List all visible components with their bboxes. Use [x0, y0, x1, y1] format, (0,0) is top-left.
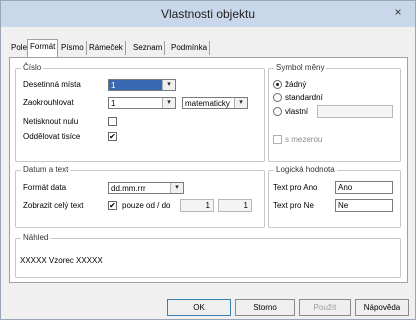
logic-group: Logická hodnota Text pro Ano Ano Text pr…	[268, 165, 401, 228]
apply-button[interactable]: Použít	[299, 299, 351, 316]
tab-format[interactable]: Formát	[27, 39, 59, 57]
help-button[interactable]: Nápověda	[355, 299, 409, 316]
rounding-mode-select[interactable]: matematicky ▾	[182, 97, 248, 109]
ok-button[interactable]: OK	[167, 299, 231, 316]
chevron-down-icon: ▾	[162, 98, 175, 108]
date-format-select[interactable]: dd.mm.rrr ▾	[108, 182, 184, 194]
range-from-input[interactable]: 1	[180, 199, 214, 212]
rounding-label: Zaokrouhlovat	[23, 98, 74, 107]
yes-text-label: Text pro Ano	[273, 183, 318, 192]
no-text-input[interactable]: Ne	[335, 199, 393, 212]
currency-none-radio[interactable]	[273, 80, 282, 89]
date-text-group: Datum a text Formát data dd.mm.rrr ▾ Zob…	[15, 165, 265, 228]
chevron-down-icon: ▾	[234, 98, 247, 108]
tab-podminka[interactable]: Podmínka	[169, 41, 211, 55]
title-bar[interactable]: Vlastnosti objektu ×	[1, 1, 415, 27]
full-text-label: Zobrazit celý text	[23, 201, 84, 210]
currency-space-label: s mezerou	[285, 135, 323, 144]
date-format-label: Formát data	[23, 183, 67, 192]
preview-text: XXXXX Vzorec XXXXX	[20, 256, 103, 265]
full-text-checkbox[interactable]: ✔	[108, 201, 117, 210]
currency-custom-radio[interactable]	[273, 107, 282, 116]
tab-ramecek[interactable]: Rámeček	[87, 41, 126, 55]
chevron-down-icon: ▾	[170, 183, 183, 193]
rounding-mode-value: matematicky	[185, 99, 230, 108]
currency-none-label: žádný	[285, 80, 307, 89]
thousands-separator-label: Oddělovat tisíce	[23, 132, 81, 141]
preview-group: Náhled XXXXX Vzorec XXXXX	[15, 233, 401, 278]
date-text-group-title: Datum a text	[21, 165, 71, 174]
tab-seznam[interactable]: Seznam	[131, 41, 166, 55]
dialog-window: Vlastnosti objektu × Pole Formát Písmo R…	[0, 0, 416, 320]
currency-standard-radio[interactable]	[273, 93, 282, 102]
suppress-zero-label: Netisknout nulu	[23, 117, 79, 126]
tab-pismo[interactable]: Písmo	[59, 41, 87, 55]
chevron-down-icon: ▾	[162, 80, 175, 90]
currency-standard-label: standardní	[285, 93, 323, 102]
suppress-zero-checkbox[interactable]	[108, 117, 117, 126]
currency-custom-input[interactable]	[317, 105, 393, 118]
range-to-input[interactable]: 1	[218, 199, 252, 212]
currency-custom-label: vlastní	[285, 107, 309, 116]
preview-group-title: Náhled	[21, 233, 51, 242]
currency-space-checkbox[interactable]	[273, 135, 282, 144]
rounding-select[interactable]: 1 ▾	[108, 97, 176, 109]
currency-group: Symbol měny žádný standardní vlastní s m…	[268, 63, 401, 162]
only-range-label: pouze od / do	[122, 201, 171, 210]
rounding-value: 1	[111, 99, 116, 108]
close-icon[interactable]: ×	[385, 3, 411, 21]
cancel-button[interactable]: Storno	[235, 299, 295, 316]
window-title: Vlastnosti objektu	[160, 7, 256, 21]
logic-group-title: Logická hodnota	[274, 165, 337, 174]
yes-text-input[interactable]: Ano	[335, 181, 393, 194]
date-format-value: dd.mm.rrr	[111, 184, 146, 193]
decimal-places-label: Desetinná místa	[23, 80, 81, 89]
tab-panel: Číslo Desetinná místa 1 ▾ Zaokrouhlovat …	[9, 57, 408, 283]
thousands-separator-checkbox[interactable]: ✔	[108, 132, 117, 141]
number-group-title: Číslo	[21, 63, 44, 72]
decimal-places-select[interactable]: 1 ▾	[108, 79, 176, 91]
decimal-places-value: 1	[111, 81, 116, 90]
number-group: Číslo Desetinná místa 1 ▾ Zaokrouhlovat …	[15, 63, 265, 162]
currency-group-title: Symbol měny	[274, 63, 327, 72]
no-text-label: Text pro Ne	[273, 201, 314, 210]
